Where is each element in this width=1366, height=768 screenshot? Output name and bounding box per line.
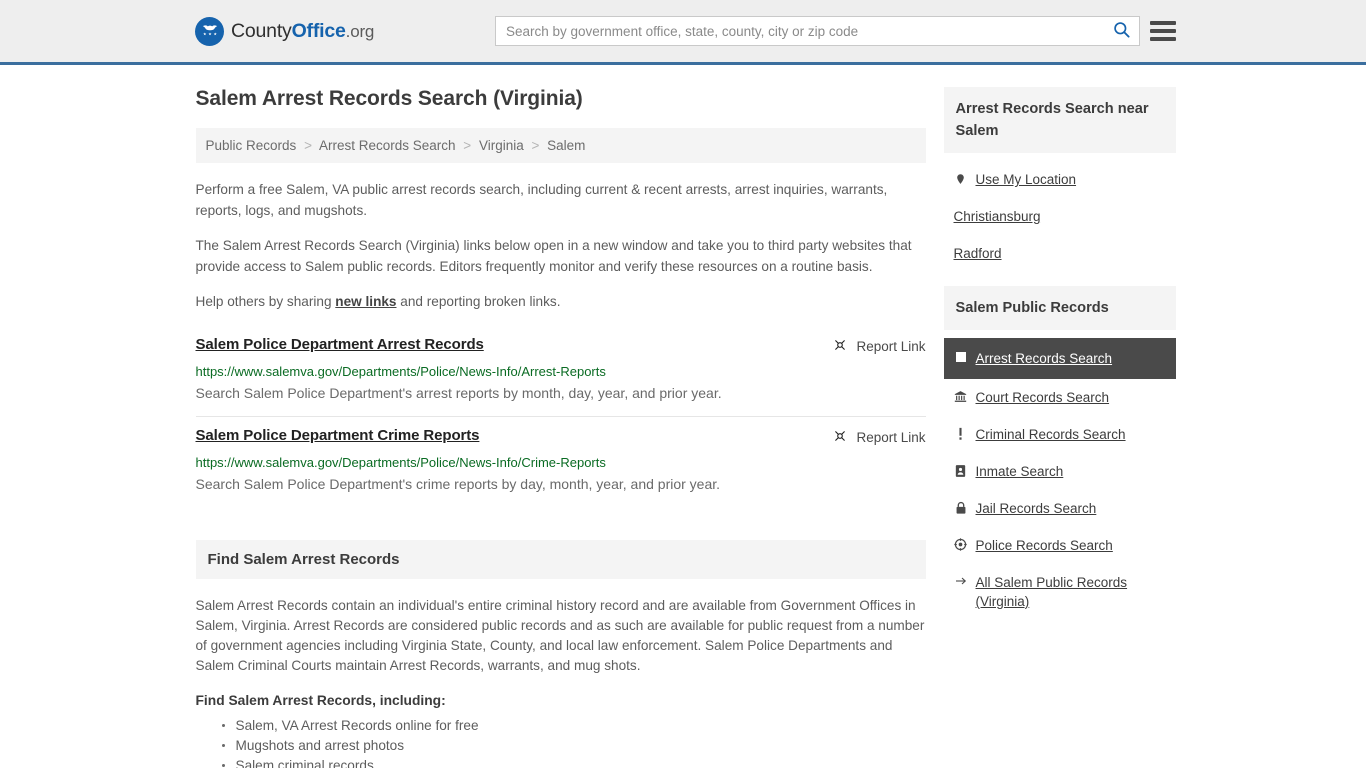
logo-wordmark: CountyOffice.org (231, 20, 374, 43)
sidebar-link-label[interactable]: Police Records Search (976, 536, 1113, 555)
main-content: Salem Arrest Records Search (Virginia) P… (195, 87, 926, 768)
share-text-before: Help others by sharing (195, 294, 336, 309)
sidebar-link-label[interactable]: Jail Records Search (976, 499, 1097, 518)
find-records-subheading: Find Salem Arrest Records, including: (195, 693, 446, 708)
logo-text-county: County (231, 19, 292, 42)
result-item: Salem Police Department Arrest Records R… (195, 326, 926, 417)
search-bar[interactable] (495, 16, 1140, 46)
new-links-link[interactable]: new links (335, 294, 396, 309)
police-badge-icon (954, 536, 968, 551)
intro-paragraph-3: Help others by sharing new links and rep… (196, 291, 926, 312)
breadcrumb-separator: > (463, 138, 472, 153)
sidebar-link-label[interactable]: Use My Location (976, 170, 1077, 189)
result-description: Search Salem Police Department's arrest … (195, 385, 722, 401)
nearby-searches-list: Use My Location Christiansburg Radford (944, 153, 1176, 272)
map-pin-icon (954, 170, 968, 186)
document-square-icon (954, 349, 968, 363)
find-records-body: Salem Arrest Records contain an individu… (196, 596, 926, 768)
lock-icon (954, 499, 968, 515)
breadcrumb-item-arrest-records-search[interactable]: Arrest Records Search (319, 138, 456, 153)
sidebar-item-jail-records-search[interactable]: Jail Records Search (944, 490, 1176, 527)
intro-paragraph-2: The Salem Arrest Records Search (Virgini… (195, 238, 912, 274)
broken-link-icon (832, 428, 848, 447)
exclamation-icon (954, 425, 968, 441)
find-records-bullet-list: Salem, VA Arrest Records online for free… (196, 716, 926, 768)
sidebar-link-label[interactable]: Christiansburg (954, 207, 1041, 226)
breadcrumb-item-salem: Salem (547, 138, 586, 153)
share-text-after: and reporting broken links. (396, 294, 561, 309)
sidebar-link-label[interactable]: Radford (954, 244, 1002, 263)
site-logo[interactable]: CountyOffice.org (195, 16, 374, 46)
search-button[interactable] (1103, 17, 1139, 45)
breadcrumb-item-public-records[interactable]: Public Records (206, 138, 297, 153)
hamburger-bar (1150, 29, 1176, 33)
public-records-box: Salem Public Records Arrest Records Sear… (943, 286, 1176, 620)
report-link-label: Report Link (856, 430, 926, 445)
breadcrumb-item-virginia[interactable]: Virginia (479, 138, 524, 153)
hamburger-menu-icon[interactable] (1150, 21, 1176, 41)
arrow-right-icon (954, 573, 968, 587)
breadcrumb-separator: > (531, 138, 540, 153)
result-header: Salem Police Department Arrest Records R… (196, 336, 926, 356)
result-url[interactable]: https://www.salemva.gov/Departments/Poli… (196, 364, 926, 379)
sidebar-item-christiansburg[interactable]: Christiansburg (944, 198, 1176, 235)
intro-text: Perform a free Salem, VA public arrest r… (196, 179, 926, 312)
report-link-button[interactable]: Report Link (832, 427, 926, 447)
sidebar-link-label[interactable]: Criminal Records Search (976, 425, 1126, 444)
nearby-searches-heading: Arrest Records Search near Salem (943, 87, 1176, 153)
search-icon (1112, 20, 1131, 42)
sidebar-link-label[interactable]: All Salem Public Records (Virginia) (976, 573, 1166, 611)
sidebar-item-radford[interactable]: Radford (944, 235, 1176, 272)
page-title: Salem Arrest Records Search (Virginia) (195, 87, 583, 110)
result-url[interactable]: https://www.salemva.gov/Departments/Poli… (196, 455, 926, 470)
find-records-heading: Find Salem Arrest Records (195, 540, 926, 579)
sidebar-item-court-records-search[interactable]: Court Records Search (944, 379, 1176, 416)
page-body: Salem Arrest Records Search (Virginia) P… (0, 65, 1366, 768)
list-item: Mugshots and arrest photos (221, 736, 926, 756)
public-records-heading: Salem Public Records (943, 286, 1176, 330)
result-title-link[interactable]: Salem Police Department Crime Reports (196, 427, 480, 444)
breadcrumb-separator: > (304, 138, 312, 153)
sidebar-item-police-records-search[interactable]: Police Records Search (944, 527, 1176, 564)
sidebar: Arrest Records Search near Salem Use My … (943, 87, 1176, 768)
broken-link-icon (832, 337, 848, 356)
id-badge-icon (954, 462, 968, 478)
list-item: Salem, VA Arrest Records online for free (221, 716, 926, 736)
sidebar-item-all-salem-public-records[interactable]: All Salem Public Records (Virginia) (944, 564, 1176, 620)
sidebar-item-inmate-search[interactable]: Inmate Search (944, 453, 1176, 490)
result-header: Salem Police Department Crime Reports Re… (196, 427, 926, 447)
sidebar-link-label[interactable]: Arrest Records Search (976, 349, 1113, 368)
sidebar-link-label[interactable]: Inmate Search (976, 462, 1064, 481)
hamburger-bar (1150, 21, 1176, 25)
find-records-paragraph: Salem Arrest Records contain an individu… (195, 598, 925, 673)
logo-text-org: .org (345, 21, 375, 41)
logo-text-office: Office (291, 19, 346, 42)
nearby-searches-box: Arrest Records Search near Salem Use My … (943, 87, 1176, 272)
sidebar-item-use-my-location[interactable]: Use My Location (944, 161, 1176, 198)
hamburger-bar (1150, 37, 1176, 41)
intro-paragraph-1: Perform a free Salem, VA public arrest r… (195, 182, 888, 218)
sidebar-item-criminal-records-search[interactable]: Criminal Records Search (944, 416, 1176, 453)
courthouse-icon (954, 388, 968, 403)
public-records-list: Arrest Records Search Court Records Sear… (943, 330, 1176, 620)
sidebar-item-arrest-records-search[interactable]: Arrest Records Search (943, 338, 1176, 379)
result-title-link[interactable]: Salem Police Department Arrest Records (196, 336, 484, 353)
search-input[interactable] (496, 17, 1103, 45)
result-item: Salem Police Department Crime Reports Re… (196, 417, 926, 507)
report-link-label: Report Link (856, 339, 926, 354)
breadcrumb: Public Records > Arrest Records Search >… (195, 128, 926, 163)
eagle-seal-icon (195, 16, 224, 46)
site-header: CountyOffice.org (0, 0, 1366, 65)
report-link-button[interactable]: Report Link (832, 336, 926, 356)
result-description: Search Salem Police Department's crime r… (195, 476, 721, 492)
list-item: Salem criminal records (221, 756, 926, 768)
results-list: Salem Police Department Arrest Records R… (195, 326, 926, 507)
sidebar-link-label[interactable]: Court Records Search (976, 388, 1110, 407)
